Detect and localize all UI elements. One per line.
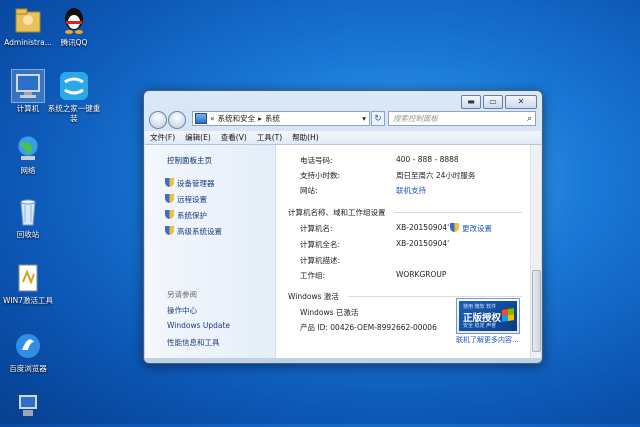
task-advanced-settings[interactable]: 高级系统设置	[165, 226, 222, 237]
desktop-icon-qq[interactable]: 腾讯QQ	[46, 4, 102, 48]
computer-description-label: 计算机描述:	[300, 256, 341, 265]
menu-help[interactable]: 帮助(H)	[287, 131, 324, 144]
full-computer-name-value: XB-20150904'	[396, 239, 450, 248]
desktop-icon-network[interactable]: 网络	[0, 132, 56, 176]
user-folder-icon	[12, 4, 44, 36]
activation-status: Windows 已激活	[300, 308, 359, 317]
website-label: 网站:	[300, 186, 318, 195]
workgroup-label: 工作组:	[300, 271, 326, 280]
link-performance-info[interactable]: 性能信息和工具	[167, 337, 220, 348]
address-prefix: «	[210, 114, 215, 123]
shield-icon	[165, 194, 174, 203]
shield-icon	[450, 223, 459, 232]
task-system-protection[interactable]: 系统保护	[165, 210, 207, 221]
computer-name-label: 计算机名:	[300, 224, 333, 233]
chevron-down-icon[interactable]: ▾	[362, 114, 369, 123]
desktop-icon-label: 百度浏览器	[9, 364, 47, 373]
search-placeholder: 搜索控制面板	[393, 114, 438, 123]
product-id: 产品 ID: 00426-OEM-8992662-00006	[300, 323, 437, 332]
section-rule	[394, 212, 522, 213]
close-button[interactable]: ✕	[505, 95, 537, 109]
vertical-scrollbar[interactable]	[530, 145, 541, 358]
breadcrumb-system[interactable]: 系统	[265, 113, 280, 124]
desktop-icon-baidu-browser[interactable]: 百度浏览器	[0, 330, 56, 374]
support-hours-value: 周日至周六 24小时服务	[396, 171, 476, 180]
activator-file-icon	[12, 262, 44, 294]
link-windows-update[interactable]: Windows Update	[167, 321, 230, 330]
genuine-badge-panel: 使用 微软 软件 正版授权 安全 稳定 声誉	[459, 301, 517, 331]
back-button[interactable]	[149, 111, 167, 129]
left-task-pane: 控制面板主页 设备管理器 远程设置 系统保护 高级系统设置 另请参阅 操作中心 …	[145, 145, 276, 358]
task-label: 设备管理器	[177, 179, 215, 188]
menu-tools[interactable]: 工具(T)	[252, 131, 287, 144]
genuine-badge: 使用 微软 软件 正版授权 安全 稳定 声誉	[456, 298, 520, 334]
desktop-icon-partial[interactable]	[0, 392, 56, 426]
section-rule	[348, 296, 522, 297]
desktop-icon-label: 系统之家一键重装	[47, 104, 101, 123]
search-input[interactable]: 搜索控制面板 ⌕	[388, 111, 536, 126]
phone-value: 400 - 888 - 8888	[396, 155, 459, 164]
windows-logo-icon	[502, 308, 514, 322]
forward-button[interactable]	[168, 111, 186, 129]
task-label: 高级系统设置	[177, 227, 222, 236]
shield-icon	[165, 226, 174, 235]
menu-file[interactable]: 文件(F)	[145, 131, 180, 144]
full-computer-name-label: 计算机全名:	[300, 240, 341, 249]
control-panel-icon	[195, 113, 207, 124]
refresh-button[interactable]: ↻	[371, 111, 385, 126]
computer-name-value: XB-20150904'	[396, 223, 450, 232]
control-panel-home-link[interactable]: 控制面板主页	[167, 155, 212, 166]
phone-label: 电话号码:	[300, 156, 333, 165]
menu-view[interactable]: 查看(V)	[216, 131, 252, 144]
menu-bar: 文件(F) 编辑(E) 查看(V) 工具(T) 帮助(H)	[145, 131, 541, 145]
computer-name-section-title: 计算机名称、域和工作组设置	[288, 208, 386, 217]
recycle-bin-icon	[12, 196, 44, 228]
minimize-button[interactable]: ▬	[461, 95, 481, 109]
task-label: 远程设置	[177, 195, 207, 204]
search-icon[interactable]: ⌕	[527, 113, 532, 126]
menu-edit[interactable]: 编辑(E)	[180, 131, 216, 144]
computer-icon	[11, 69, 45, 103]
task-remote-settings[interactable]: 远程设置	[165, 194, 207, 205]
workgroup-value: WORKGROUP	[396, 270, 447, 279]
learn-more-link[interactable]: 联机了解更多内容...	[456, 335, 519, 345]
breadcrumb-system-security[interactable]: 系统和安全	[218, 113, 256, 124]
change-settings-link[interactable]: 更改设置	[450, 223, 492, 234]
online-support-link[interactable]: 联机支持	[396, 185, 426, 196]
task-device-manager[interactable]: 设备管理器	[165, 178, 215, 189]
desktop-icon-win7-activator[interactable]: WIN7激活工具	[0, 262, 56, 306]
link-action-center[interactable]: 操作中心	[167, 305, 197, 316]
desktop-icon-label: 回收站	[16, 230, 40, 239]
reinstall-tool-icon	[58, 70, 90, 102]
shield-icon	[165, 210, 174, 219]
baidu-browser-icon	[12, 330, 44, 362]
window-content: 控制面板主页 设备管理器 远程设置 系统保护 高级系统设置 另请参阅 操作中心 …	[145, 145, 541, 358]
window-controls: ▬ ▭ ✕	[461, 95, 537, 109]
change-settings-label: 更改设置	[462, 224, 492, 233]
scrollbar-thumb[interactable]	[532, 270, 541, 352]
task-label: 系统保护	[177, 211, 207, 220]
qq-penguin-icon	[58, 4, 90, 36]
desktop-icon-xitongzhijia[interactable]: 系统之家一键重装	[46, 70, 102, 124]
chevron-right-icon: ▸	[258, 114, 262, 123]
shield-icon	[165, 178, 174, 187]
genuine-badge-top: 使用 微软 软件	[463, 304, 497, 310]
refresh-icon: ↻	[374, 114, 382, 124]
desktop-icon-label: WIN7激活工具	[2, 296, 53, 305]
see-also-heading: 另请参阅	[167, 290, 197, 299]
desktop-icon-label: 腾讯QQ	[60, 38, 88, 47]
genuine-badge-bottom: 安全 稳定 声誉	[463, 323, 497, 329]
network-globe-icon	[12, 132, 44, 164]
address-bar[interactable]: « 系统和安全 ▸ 系统 ▾	[192, 111, 370, 126]
maximize-button[interactable]: ▭	[483, 95, 503, 109]
support-hours-label: 支持小时数:	[300, 171, 341, 180]
system-window[interactable]: ▬ ▭ ✕ « 系统和安全 ▸ 系统 ▾ ↻ 搜索控制面板 ⌕ 文件(F) 编辑…	[143, 90, 543, 364]
desktop-icon-label: 网络	[20, 166, 36, 175]
desktop-icon-recycle-bin[interactable]: 回收站	[0, 196, 56, 240]
system-details-pane: 电话号码: 400 - 888 - 8888 支持小时数: 周日至周六 24小时…	[276, 145, 531, 358]
activation-section-title: Windows 激活	[288, 292, 339, 301]
computer-monitor-icon	[12, 392, 44, 424]
